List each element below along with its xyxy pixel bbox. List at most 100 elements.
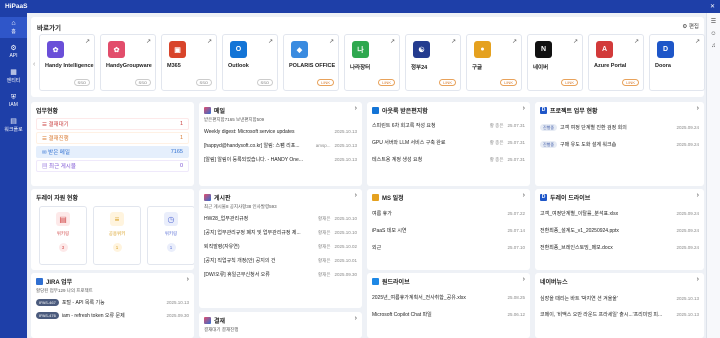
- drive-row[interactable]: 전환최종_브레인스토밍_메모.docx 2025.09.24: [540, 242, 699, 253]
- favorites-cards: ✿ ↗ Handy Intelligence SSO ✿ ↗ HandyGroupware S…: [39, 34, 705, 91]
- board-row[interactable]: HW28_업무관리규정 황재은 2025.10.10: [204, 213, 357, 224]
- mail-row[interactable]: Weekly digest: Microsoft service updates…: [204, 126, 357, 137]
- sidebar-item[interactable]: ⛨ IAM: [0, 91, 27, 111]
- board-row[interactable]: 퇴직발령(자유연) 황재은 2025.10.02: [204, 241, 357, 252]
- news-row-meta: 2025.10.13: [676, 296, 699, 302]
- jira-more-icon[interactable]: ›: [187, 276, 189, 283]
- news-row[interactable]: 코메이, '비맥스 오만 라운드 프라세일' 출시...'프리미엄 피... 20…: [540, 309, 699, 320]
- favorites-edit-button[interactable]: ⚙ 편집: [682, 22, 699, 30]
- bell-icon[interactable]: ♫: [711, 43, 716, 49]
- outlook-row[interactable]: GPU 서버와 LLM 서비스 구축 완료 황 종은 25.07.31: [372, 137, 525, 148]
- onedrive-more-icon[interactable]: ›: [523, 276, 525, 283]
- external-link-icon[interactable]: ↗: [146, 38, 151, 45]
- project-row-meta: 2025.09.24: [676, 125, 699, 131]
- app-brand: HiPaaS: [5, 3, 28, 10]
- onedrive-row[interactable]: Microsoft Copilot Chat 파일 25.06.12: [372, 309, 525, 320]
- external-link-icon[interactable]: ↗: [634, 38, 639, 45]
- carousel-prev-icon[interactable]: ‹: [33, 61, 35, 68]
- mail-row[interactable]: [happyd@handysoft.co.kr] 알림: 스팸 리포... ams…: [204, 140, 357, 151]
- favorite-card[interactable]: ◆ ↗ POLARIS OFFICE LINK: [283, 34, 339, 91]
- work-status-item[interactable]: ✉ 받은 메일 7165: [36, 146, 189, 158]
- project-more-icon[interactable]: ›: [697, 105, 699, 112]
- ms-more-icon[interactable]: ›: [523, 192, 525, 199]
- external-link-icon[interactable]: ↗: [329, 38, 334, 45]
- external-link-icon[interactable]: ↗: [207, 38, 212, 45]
- favorite-card[interactable]: ✿ ↗ Handy Intelligence SSO: [39, 34, 95, 91]
- duray-resource-card[interactable]: ≡ 공용위키 1: [93, 206, 141, 265]
- sidebar-item[interactable]: ⚙ API: [0, 42, 27, 62]
- jira-row[interactable]: IPAS-467 포털 - API 목록 기능 2025.10.13: [36, 297, 189, 308]
- jira-tabs[interactable]: 할당된 업무129 나의 프로젝트: [36, 288, 93, 294]
- favorite-card[interactable]: D ↗ Doora: [649, 34, 705, 91]
- sidebar-item[interactable]: ⌂ 홈: [0, 17, 27, 38]
- ms-row-title: 여름 휴가: [372, 210, 392, 217]
- work-status-item[interactable]: ☰ 결재대기 1: [36, 118, 189, 130]
- sidebar-item[interactable]: ▦ 엔티티: [0, 66, 27, 87]
- issue-key-badge: IPAS-467: [36, 299, 59, 306]
- outlook-row[interactable]: 스피린트 6차 회고록 작성 요청 황 종은 25.07.31: [372, 120, 525, 131]
- app-logo-icon: O: [230, 41, 247, 58]
- sidebar-item[interactable]: ▤ 워크플로: [0, 115, 27, 136]
- external-link-icon[interactable]: ↗: [85, 38, 90, 45]
- outlook-row-date: 25.07.31: [507, 156, 525, 162]
- favorite-card[interactable]: A ↗ Azure Portal LINK: [588, 34, 644, 91]
- approval-more-icon[interactable]: ›: [355, 315, 357, 322]
- favorite-card[interactable]: O ↗ Outlook SSO: [222, 34, 278, 91]
- news-more-icon[interactable]: ›: [697, 276, 699, 283]
- outlook-row-title: 테스트용 계정 생성 요청: [372, 156, 422, 163]
- board-row[interactable]: [공지] 업무관리규정 폐지 및 업무관리규정 제... 황재은 2025.10.1…: [204, 227, 357, 238]
- work-status-item[interactable]: ▤ 최근 게시물 0: [36, 160, 189, 172]
- onedrive-panel: 원드라이브 › 2025년_여름휴가계획서_전사취합_공유.xlsx 25.08.…: [367, 273, 530, 338]
- board-row[interactable]: [공지] 직업규칙 개정(안) 공지의 건 황재은 2025.10.01: [204, 255, 357, 266]
- project-row-title: 진행중 구매 유도 도화 설계 워크숍: [540, 141, 616, 148]
- approval-tabs[interactable]: 결재대기 결재진행: [204, 327, 238, 333]
- user-icon[interactable]: ☺: [710, 31, 716, 37]
- project-row[interactable]: 진행중 고객 여정 단계별 진환 검정 회의 2025.09.24: [540, 122, 699, 133]
- external-link-icon[interactable]: ↗: [573, 38, 578, 45]
- external-link-icon[interactable]: ↗: [695, 38, 700, 45]
- card-type-badge: SSO: [134, 79, 151, 86]
- project-row[interactable]: 진행중 구매 유도 도화 설계 워크숍 2025.09.24: [540, 139, 699, 150]
- project-row-text: 구매 유도 도화 설계 워크숍: [560, 142, 617, 148]
- ms-row[interactable]: iPaaS 데모 시연 25.07.14: [372, 225, 525, 236]
- jira-row[interactable]: IPAS-476 iam - refresh token 오류 문제 2025.09…: [36, 310, 189, 321]
- favorite-card[interactable]: ▣ ↗ M365 SSO: [161, 34, 217, 91]
- board-more-icon[interactable]: ›: [355, 192, 357, 199]
- mail-more-icon[interactable]: ›: [355, 105, 357, 112]
- news-row-date: 2025.10.13: [676, 311, 699, 317]
- top-bar: HiPaaS ✕: [0, 0, 720, 13]
- favorite-card[interactable]: ☯ ↗ 정부24 LINK: [405, 34, 461, 91]
- favorite-card[interactable]: ● ↗ 구글 LINK: [466, 34, 522, 91]
- external-link-icon[interactable]: ↗: [268, 38, 273, 45]
- favorite-card[interactable]: ✿ ↗ HandyGroupware SSO: [100, 34, 156, 91]
- drive-more-icon[interactable]: ›: [697, 192, 699, 199]
- ms-row-meta: 25.07.14: [507, 228, 525, 234]
- external-link-icon[interactable]: ↗: [451, 38, 456, 45]
- board-tabs[interactable]: 최근 게시물8 공지사항38 인사발령593: [204, 204, 277, 210]
- ms-row[interactable]: 여름 휴가 25.07.22: [372, 208, 525, 219]
- work-status-text: 최근 게시물: [49, 164, 76, 170]
- mail-tabs[interactable]: 받은편지함7165 보낸편지함509: [204, 117, 264, 123]
- board-row-title: [공지] 업무관리규정 폐지 및 업무관리규정 제...: [204, 229, 301, 236]
- close-icon[interactable]: ✕: [710, 3, 715, 10]
- duray-resource-card[interactable]: ◷ 위키링 1: [147, 206, 194, 265]
- outlook-more-icon[interactable]: ›: [523, 105, 525, 112]
- work-status-item[interactable]: ☰ 결재진행 1: [36, 132, 189, 144]
- board-row[interactable]: [DW/오류] 휴일근무신청서 오류 황재은 2025.09.30: [204, 269, 357, 280]
- menu-icon[interactable]: ☰: [711, 18, 716, 25]
- mail-icon: [204, 107, 211, 114]
- drive-row[interactable]: 고객_여정단계별_이탈률_분석표.xlsx 2025.09.24: [540, 208, 699, 219]
- outlook-panel: 아웃룩 받은편지함 › 스피린트 6차 회고록 작성 요청 황 종은 25.07.3…: [367, 102, 530, 186]
- external-link-icon[interactable]: ↗: [390, 38, 395, 45]
- ms-row[interactable]: 외근 25.07.10: [372, 242, 525, 253]
- favorite-card[interactable]: 나 ↗ 나라장터 LINK: [344, 34, 400, 91]
- external-link-icon[interactable]: ↗: [512, 38, 517, 45]
- news-row[interactable]: 심장을 때리는 바트 '박지연 션 겨울울' 2025.10.13: [540, 293, 699, 304]
- onedrive-row[interactable]: 2025년_여름휴가계획서_전사취합_공유.xlsx 25.08.25: [372, 292, 525, 303]
- jira-row-title: IPAS-467 포털 - API 목록 기능: [36, 299, 105, 306]
- duray-resource-card[interactable]: ▤ 위키링 3: [39, 206, 87, 265]
- mail-row[interactable]: [알림] 알림이 등록되었습니다. - HANDY One... 2025.10.…: [204, 154, 357, 165]
- favorite-card[interactable]: N ↗ 네이버 LINK: [527, 34, 583, 91]
- outlook-row[interactable]: 테스트용 계정 생성 요청 황 종은 25.07.31: [372, 154, 525, 165]
- drive-row[interactable]: 전환최종_설계도_v1_20250924.pptx 2025.09.24: [540, 225, 699, 236]
